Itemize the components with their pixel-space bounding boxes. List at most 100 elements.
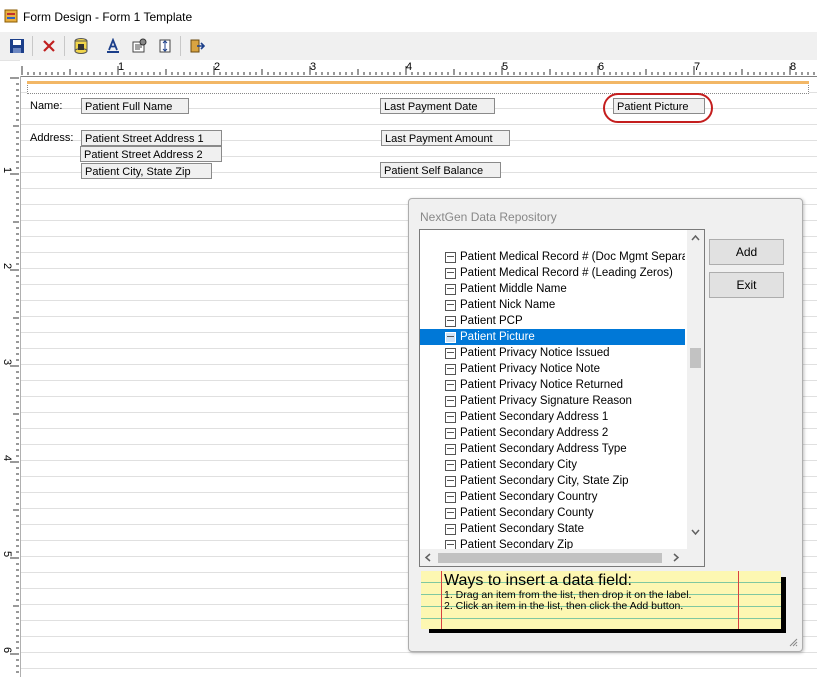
data-field-icon [445,396,456,407]
horizontal-ruler: 1 2 3 4 5 6 7 8 [20,60,817,77]
note-margin-line [738,571,739,629]
ruler-number: 6 [598,61,605,73]
delete-icon[interactable] [38,35,60,57]
data-field-icon [445,252,456,263]
toolbar-separator [32,36,33,56]
ruler-number: 7 [694,61,701,73]
list-item-label: Patient PCP [460,315,523,327]
name-label[interactable]: Name: [30,100,62,112]
list-item-label: Patient Secondary State [460,523,585,535]
list-item[interactable]: Patient Secondary Address 2 [420,425,685,441]
resize-grip-icon[interactable] [788,637,798,647]
toolbar-separator [64,36,65,56]
list-item-label: Patient Secondary City, State Zip [460,475,629,487]
data-field-icon [445,428,456,439]
horizontal-scrollbar[interactable] [420,549,687,566]
data-field-listbox[interactable]: Patient Medical Record # (Doc Mgmt Separ… [419,229,705,567]
note-shadow [429,629,786,633]
properties-icon[interactable] [128,35,150,57]
data-field-icon [445,524,456,535]
instructions-note: Ways to insert a data field: 1. Drag an … [421,571,781,629]
data-field-icon [445,300,456,311]
list-item-label: Patient Medical Record # (Leading Zeros) [460,267,673,279]
list-item-label: Patient Secondary Country [460,491,598,503]
list-item[interactable]: Patient Nick Name [420,297,685,313]
ruler-number: 1 [118,61,125,73]
window-title: Form Design - Form 1 Template [23,10,193,24]
address-label[interactable]: Address: [30,132,73,144]
ruler-number: 4 [1,454,14,462]
list-item[interactable]: Patient Picture [420,329,685,345]
list-item[interactable]: Patient PCP [420,313,685,329]
data-field-icon [445,380,456,391]
note-title: Ways to insert a data field: [444,572,632,589]
list-item[interactable]: Patient Privacy Notice Note [420,361,685,377]
list-item[interactable]: Patient Secondary County [420,505,685,521]
list-item-label: Patient Secondary Address 1 [460,411,609,423]
data-field-icon [445,284,456,295]
ruler-number: 5 [1,550,14,558]
highlight-circle [603,93,713,123]
list-item[interactable]: Patient Secondary Address 1 [420,409,685,425]
database-icon[interactable] [70,35,92,57]
ruler-number: 3 [310,61,317,73]
data-field-icon [445,348,456,359]
list-item-label: Patient Medical Record # (Doc Mgmt Separ… [460,251,685,263]
data-field-icon [445,268,456,279]
align-icon[interactable] [154,35,176,57]
field-patient-street-address-1[interactable]: Patient Street Address 1 [81,130,222,146]
ruler-number: 2 [214,61,221,73]
list-item[interactable]: Patient Privacy Notice Returned [420,377,685,393]
font-icon[interactable] [102,35,124,57]
band-divider [27,81,809,84]
list-item-label: Patient Privacy Notice Returned [460,379,623,391]
list-item-label: Patient Picture [460,331,535,343]
title-bar: Form Design - Form 1 Template [0,0,817,32]
list-item[interactable]: Patient Secondary Country [420,489,685,505]
exit-button[interactable]: Exit [709,272,784,298]
list-item[interactable]: Patient Secondary City [420,457,685,473]
data-field-icon [445,412,456,423]
form-app-icon [4,9,18,23]
data-field-icon [445,476,456,487]
data-field-icon [445,444,456,455]
ruler-number: 3 [1,358,14,366]
ruler-number: 4 [406,61,413,73]
list-item-label: Patient Secondary Address 2 [460,427,609,439]
ruler-number: 2 [1,262,14,270]
field-patient-city-state-zip[interactable]: Patient City, State Zip [81,163,212,179]
field-patient-self-balance[interactable]: Patient Self Balance [380,162,501,178]
list-item[interactable]: Patient Medical Record # (Doc Mgmt Separ… [420,249,685,265]
data-field-list: Patient Medical Record # (Doc Mgmt Separ… [420,249,685,553]
field-patient-full-name[interactable]: Patient Full Name [81,98,189,114]
data-field-icon [445,332,456,343]
list-item-label: Patient Privacy Notice Issued [460,347,610,359]
field-patient-street-address-2[interactable]: Patient Street Address 2 [80,146,222,162]
list-item-label: Patient Privacy Signature Reason [460,395,632,407]
save-icon[interactable] [6,35,28,57]
list-item[interactable]: Patient Secondary Address Type [420,441,685,457]
data-field-icon [445,508,456,519]
list-item-label: Patient Secondary County [460,507,594,519]
list-item-label: Patient Secondary City [460,459,577,471]
field-last-payment-amount[interactable]: Last Payment Amount [381,130,510,146]
toolbar-separator [180,36,181,56]
dialog-title: NextGen Data Repository [420,210,557,224]
ruler-number: 5 [502,61,509,73]
list-item[interactable]: Patient Medical Record # (Leading Zeros) [420,265,685,281]
list-item[interactable]: Patient Privacy Signature Reason [420,393,685,409]
list-item[interactable]: Patient Middle Name [420,281,685,297]
list-item-label: Patient Secondary Address Type [460,443,627,455]
add-button[interactable]: Add [709,239,784,265]
list-item[interactable]: Patient Secondary City, State Zip [420,473,685,489]
ruler-number: 6 [1,646,14,654]
scroll-corner [687,549,704,566]
list-item-label: Patient Nick Name [460,299,556,311]
data-field-icon [445,460,456,471]
vertical-scrollbar[interactable] [687,230,704,549]
list-item[interactable]: Patient Secondary State [420,521,685,537]
ruler-number: 1 [1,166,14,174]
field-last-payment-date[interactable]: Last Payment Date [380,98,495,114]
exit-icon[interactable] [186,35,208,57]
list-item[interactable]: Patient Privacy Notice Issued [420,345,685,361]
